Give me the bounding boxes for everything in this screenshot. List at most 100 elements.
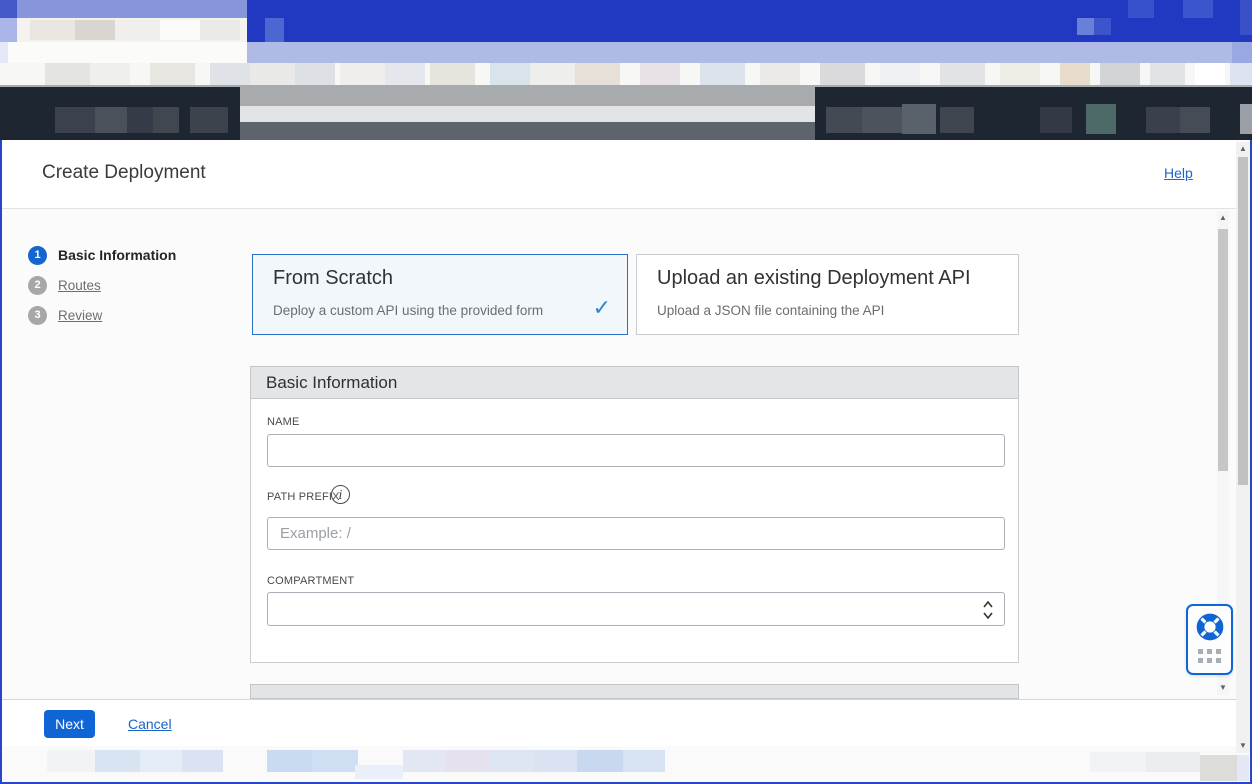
card-upload-existing-api[interactable]: Upload an existing Deployment API Upload… — [636, 254, 1019, 335]
redacted-block — [267, 750, 312, 772]
info-icon[interactable]: i — [331, 485, 350, 504]
redacted-block — [127, 107, 153, 133]
redacted-block — [1146, 107, 1180, 133]
redacted-block — [115, 20, 160, 40]
section-header: Basic Information — [250, 366, 1019, 399]
scroll-up-icon[interactable]: ▲ — [1217, 211, 1229, 225]
redacted-block — [940, 107, 974, 133]
step-number-badge: 1 — [28, 246, 47, 265]
redacted-block — [0, 18, 17, 42]
step-link-review[interactable]: Review — [58, 308, 102, 323]
redacted-block — [403, 750, 445, 772]
card-title: Upload an existing Deployment API — [657, 267, 971, 290]
redacted-block — [1200, 755, 1237, 781]
redacted-block — [265, 18, 284, 42]
drag-dots-icon — [1198, 649, 1221, 663]
redacted-block — [577, 750, 623, 772]
scroll-up-icon[interactable]: ▲ — [1236, 142, 1250, 156]
name-input[interactable] — [267, 434, 1005, 467]
redacted-block — [17, 0, 247, 18]
redacted-block — [820, 63, 865, 85]
create-deployment-panel: Create Deployment Help 1 Basic Informati… — [0, 140, 1252, 784]
redacted-block — [0, 0, 17, 18]
redacted-block — [530, 63, 575, 85]
next-button[interactable]: Next — [44, 710, 95, 738]
redacted-block — [153, 107, 179, 133]
redacted-block — [182, 750, 223, 772]
redacted-block — [355, 765, 403, 779]
redacted-block — [1060, 63, 1090, 85]
cancel-link[interactable]: Cancel — [128, 716, 172, 732]
redacted-block — [45, 63, 90, 85]
redacted-block — [47, 750, 95, 772]
content-scrollbar-thumb[interactable] — [1218, 229, 1228, 471]
redacted-block — [1237, 755, 1249, 781]
page-scrollbar-thumb[interactable] — [1238, 157, 1248, 485]
redacted-block — [1040, 107, 1072, 133]
redacted-block — [160, 20, 200, 40]
compartment-label: COMPARTMENT — [267, 575, 354, 587]
redacted-block — [1000, 63, 1040, 85]
help-link[interactable]: Help — [1164, 165, 1193, 181]
redacted-block — [75, 20, 115, 40]
panel-header: Create Deployment Help — [2, 140, 1236, 209]
redacted-block — [490, 63, 530, 85]
redacted-block — [760, 63, 800, 85]
redacted-block — [150, 63, 195, 85]
redacted-block — [1180, 107, 1210, 133]
redacted-block — [445, 750, 489, 772]
redacted-block — [880, 63, 920, 85]
redacted-block — [862, 107, 902, 133]
redacted-block — [1240, 104, 1252, 134]
redacted-block — [1183, 0, 1213, 18]
step-number-badge: 3 — [28, 306, 47, 325]
redacted-block — [1086, 104, 1116, 134]
step-link-routes[interactable]: Routes — [58, 278, 101, 293]
redacted-block — [1195, 63, 1225, 85]
redacted-block — [200, 20, 240, 40]
help-launcher-widget[interactable] — [1186, 604, 1233, 675]
redacted-block — [95, 750, 140, 772]
redacted-block — [90, 63, 130, 85]
redacted-block — [295, 63, 335, 85]
scroll-down-icon[interactable]: ▼ — [1236, 739, 1250, 753]
redacted-block — [1090, 752, 1146, 772]
redacted-block — [312, 750, 358, 772]
compartment-select[interactable] — [267, 592, 1005, 626]
step-number-badge: 2 — [28, 276, 47, 295]
card-subtitle: Upload a JSON file containing the API — [657, 303, 884, 318]
page-scrollbar[interactable]: ▲ ▼ — [1236, 142, 1250, 753]
checkmark-icon: ✓ — [593, 295, 611, 321]
card-from-scratch[interactable]: From Scratch Deploy a custom API using t… — [252, 254, 628, 335]
wizard-steps: 1 Basic Information 2 Routes 3 Review — [28, 240, 176, 330]
redacted-block — [489, 750, 533, 772]
step-routes: 2 Routes — [28, 270, 176, 300]
panel-footer: Next Cancel — [2, 699, 1236, 746]
step-label: Basic Information — [58, 247, 176, 263]
redacted-block — [250, 63, 295, 85]
redacted-block — [640, 63, 680, 85]
redacted-block — [30, 20, 75, 40]
redacted-block — [430, 63, 475, 85]
redacted-block — [940, 63, 985, 85]
basic-information-section: Basic Information NAME PATH PREFIX i COM… — [250, 366, 1019, 663]
card-title: From Scratch — [273, 267, 393, 290]
path-prefix-label: PATH PREFIX — [267, 491, 340, 503]
redacted-block — [533, 750, 577, 772]
redacted-block — [385, 63, 425, 85]
path-prefix-input[interactable] — [267, 517, 1005, 550]
browser-chrome-redacted — [0, 0, 1252, 140]
redacted-block — [1240, 0, 1252, 35]
redacted-block — [1094, 18, 1111, 35]
redacted-block — [1100, 63, 1140, 85]
scroll-down-icon[interactable]: ▼ — [1217, 681, 1229, 695]
redacted-block — [240, 106, 815, 122]
next-section-header-clipped — [250, 684, 1019, 699]
redacted-block — [1150, 63, 1185, 85]
redacted-block — [700, 63, 745, 85]
redacted-block — [140, 750, 182, 772]
lifebuoy-icon — [1194, 611, 1226, 643]
redacted-block — [340, 63, 385, 85]
redacted-block — [1146, 752, 1200, 772]
step-basic-information: 1 Basic Information — [28, 240, 176, 270]
